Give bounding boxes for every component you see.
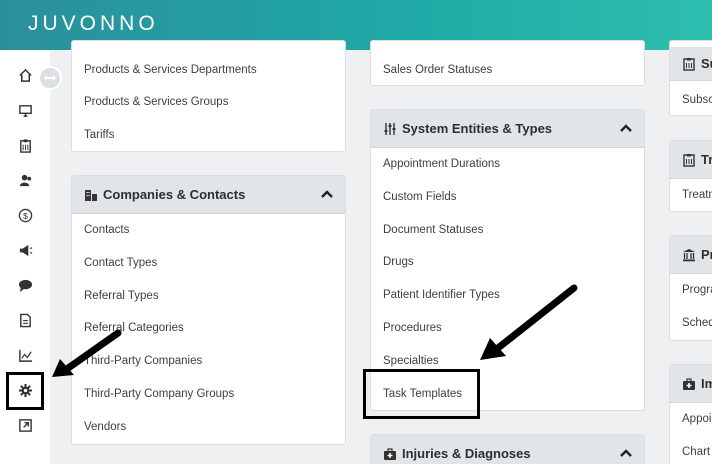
appointments-link[interactable]: Appoi xyxy=(682,413,711,425)
treatments-title: Tr xyxy=(701,152,712,167)
injuries-diagnoses-card: Injuries & Diagnoses xyxy=(370,434,645,464)
procedures-link[interactable]: Procedures xyxy=(383,322,442,334)
immunizations-card: Im Appoi Chart xyxy=(669,364,712,464)
chat-icon[interactable] xyxy=(10,272,40,298)
contacts-link[interactable]: Contacts xyxy=(84,224,129,236)
document-icon[interactable] xyxy=(10,307,40,333)
subscriptions-header[interactable]: Su xyxy=(670,47,712,81)
chart-link[interactable]: Chart xyxy=(682,446,710,458)
sales-orders-card: Sales Order Statuses xyxy=(370,40,645,86)
subscriptions-link[interactable]: Subscr xyxy=(682,94,712,106)
dollar-icon[interactable]: $ xyxy=(10,202,40,228)
external-link-icon[interactable] xyxy=(10,412,40,438)
referral-types-link[interactable]: Referral Types xyxy=(84,290,159,302)
sliders-icon xyxy=(383,122,397,136)
clipboard-icon xyxy=(682,57,696,71)
users-icon[interactable] xyxy=(10,167,40,193)
drugs-link[interactable]: Drugs xyxy=(383,256,414,268)
vendors-link[interactable]: Vendors xyxy=(84,421,126,433)
products-services-card: Products & Services Departments Products… xyxy=(71,40,346,152)
chevron-up-icon[interactable] xyxy=(620,448,632,458)
juvonno-logo[interactable]: JUVONNO xyxy=(28,12,159,36)
specialties-link[interactable]: Specialties xyxy=(383,355,439,367)
products-services-departments-link[interactable]: Products & Services Departments xyxy=(84,64,257,76)
programs-title: Pr xyxy=(701,247,712,262)
clipboard-icon xyxy=(682,153,696,167)
home-icon[interactable] xyxy=(10,62,40,88)
schedules-link[interactable]: Sched xyxy=(682,317,712,329)
programs-card: Pr Progra Sched xyxy=(669,235,712,341)
appointment-durations-link[interactable]: Appointment Durations xyxy=(383,158,500,170)
arrow-to-settings-icon xyxy=(52,329,122,377)
treatments-card: Tr Treatn xyxy=(669,140,712,212)
injuries-diagnoses-header[interactable]: Injuries & Diagnoses xyxy=(371,435,644,464)
tariffs-link[interactable]: Tariffs xyxy=(84,129,114,141)
products-services-groups-link[interactable]: Products & Services Groups xyxy=(84,96,228,108)
document-statuses-link[interactable]: Document Statuses xyxy=(383,224,483,236)
treatments-header[interactable]: Tr xyxy=(670,141,712,179)
companies-contacts-card: Companies & Contacts Contacts Contact Ty… xyxy=(71,175,346,445)
injuries-diagnoses-title: Injuries & Diagnoses xyxy=(402,446,531,461)
monitor-icon[interactable] xyxy=(10,97,40,123)
svg-text:$: $ xyxy=(23,210,28,220)
companies-contacts-title: Companies & Contacts xyxy=(103,187,246,202)
programs-header[interactable]: Pr xyxy=(670,236,712,274)
sales-order-statuses-link[interactable]: Sales Order Statuses xyxy=(383,64,492,76)
system-entities-types-title: System Entities & Types xyxy=(402,121,553,136)
companies-contacts-header[interactable]: Companies & Contacts xyxy=(72,176,345,214)
programs-link[interactable]: Progra xyxy=(682,284,712,296)
clipboard-icon[interactable] xyxy=(10,132,40,158)
subscriptions-card: Su Subscr xyxy=(669,40,712,116)
immunizations-header[interactable]: Im xyxy=(670,365,712,403)
system-entities-types-header[interactable]: System Entities & Types xyxy=(371,110,644,148)
immunizations-title: Im xyxy=(701,376,712,391)
subscriptions-title: Su xyxy=(701,56,712,71)
chevron-up-icon[interactable] xyxy=(620,123,632,133)
medkit-icon xyxy=(383,447,397,461)
megaphone-icon[interactable] xyxy=(10,237,40,263)
settings-highlight-box xyxy=(6,372,44,410)
treatments-link[interactable]: Treatn xyxy=(682,189,712,201)
chevron-up-icon[interactable] xyxy=(321,189,333,199)
institution-icon xyxy=(682,248,696,262)
custom-fields-link[interactable]: Custom Fields xyxy=(383,191,457,203)
arrow-to-task-templates xyxy=(480,284,578,360)
task-templates-highlight-box xyxy=(363,369,480,419)
building-icon xyxy=(84,188,98,202)
third-party-company-groups-link[interactable]: Third-Party Company Groups xyxy=(84,388,234,400)
chart-icon[interactable] xyxy=(10,342,40,368)
medkit-icon xyxy=(682,377,696,391)
contact-types-link[interactable]: Contact Types xyxy=(84,257,157,269)
collapse-sidebar-button[interactable] xyxy=(38,66,62,90)
